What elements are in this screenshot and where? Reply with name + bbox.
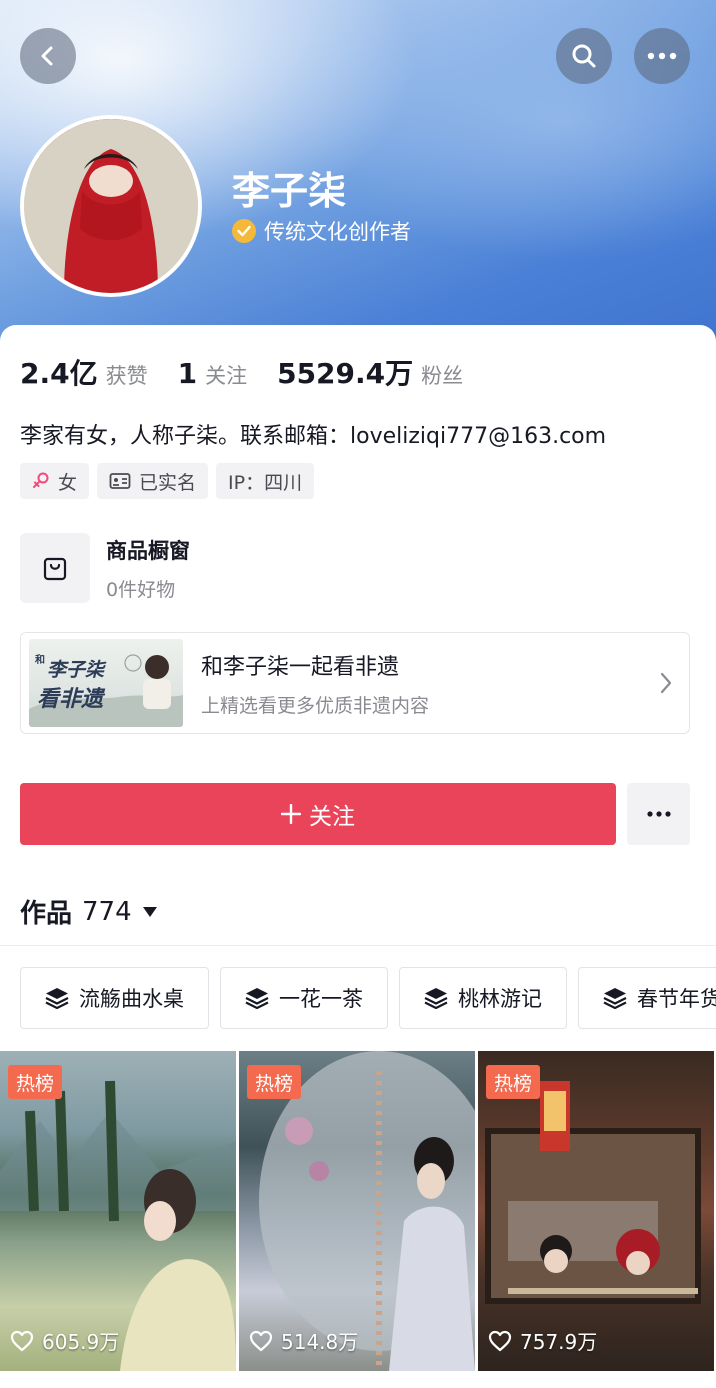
video-thumbnail	[485, 1081, 701, 1304]
real-name-label: 已实名	[139, 471, 197, 494]
verification-label: 传统文化创作者	[264, 220, 411, 244]
followers-count[interactable]: 5529.4万	[277, 352, 413, 392]
collection-label: 桃林游记	[458, 987, 542, 1011]
likes-count-label: 757.9万	[520, 1330, 598, 1354]
hot-badge: 热榜	[8, 1065, 63, 1099]
video-grid: 热榜 605.9万 热榜 514.8万 热榜 757.9万	[0, 1051, 716, 1371]
ip-tag: IP：四川	[216, 463, 315, 499]
layers-icon	[603, 988, 627, 1009]
video-likes: 605.9万	[10, 1326, 119, 1355]
caret-down-icon	[142, 906, 157, 917]
likes-count-label: 605.9万	[42, 1330, 120, 1354]
hot-badge: 热榜	[247, 1065, 302, 1099]
followers-label[interactable]: 粉丝	[421, 360, 463, 390]
video-thumbnail	[0, 1080, 236, 1371]
layers-icon	[424, 988, 448, 1009]
real-name-tag: 已实名	[97, 463, 209, 499]
follow-button[interactable]: 关注	[20, 783, 616, 845]
follow-label: 关注	[309, 804, 355, 830]
shop-subtitle: 0件好物	[106, 578, 176, 601]
likes-label: 获赞	[105, 364, 148, 388]
avatar[interactable]	[20, 115, 202, 297]
thumbnail-prefix: 和	[35, 655, 45, 666]
featured-thumbnail: 和 李子柒 看非遗	[29, 639, 183, 727]
collection-chip[interactable]: 春节年货	[578, 967, 716, 1029]
plus-icon	[281, 804, 301, 824]
verified-badge-icon	[232, 219, 256, 243]
chevron-right-icon	[660, 672, 672, 694]
featured-collection-card[interactable]: 和 李子柒 看非遗 和李子柒一起看非遗 上精选看更多优质非遗内容	[20, 632, 690, 734]
more-horizontal-icon	[647, 52, 677, 60]
likes-count: 2.4亿	[20, 357, 98, 390]
verification-row: 传统文化创作者	[232, 216, 411, 246]
hot-badge: 热榜	[486, 1065, 541, 1099]
ip-label: IP：四川	[228, 471, 303, 494]
works-tab[interactable]: 作品 774	[20, 893, 158, 930]
thumbnail-title-2: 看非遗	[37, 687, 104, 712]
stats-row: 2.4亿 获赞 1 关注 5529.4万 粉丝	[20, 352, 463, 392]
thumbnail-title-1: 李子柒	[47, 659, 105, 681]
heart-icon	[488, 1330, 512, 1351]
collection-chip[interactable]: 一花一茶	[220, 967, 388, 1029]
heart-icon	[249, 1330, 273, 1351]
heart-icon	[10, 1330, 34, 1351]
back-button[interactable]	[20, 28, 76, 84]
profile-name: 李子柒	[232, 169, 347, 213]
female-icon	[33, 472, 49, 488]
search-icon	[572, 44, 596, 68]
collection-label: 流觞曲水桌	[79, 987, 184, 1011]
video-likes: 514.8万	[249, 1326, 358, 1355]
featured-title: 和李子柒一起看非遗	[201, 655, 400, 680]
works-label: 作品	[20, 899, 73, 929]
avatar-image	[24, 119, 198, 293]
gender-tag: 女	[20, 463, 90, 499]
collection-label: 一花一茶	[279, 987, 363, 1011]
collection-chip[interactable]: 桃林游记	[399, 967, 567, 1029]
following-count[interactable]: 1	[178, 357, 197, 390]
shop-icon-box	[20, 533, 90, 603]
following-label[interactable]: 关注	[205, 360, 247, 390]
shop-window-entry[interactable]: 商品橱窗 0件好物	[20, 533, 190, 603]
search-button[interactable]	[556, 28, 612, 84]
shopping-bag-icon	[43, 557, 67, 581]
layers-icon	[245, 988, 269, 1009]
bio-text: 李家有女，人称子柒。联系邮箱：loveliziqi777@163.com	[20, 424, 607, 449]
chevron-left-icon	[41, 46, 53, 66]
collection-chip[interactable]: 流觞曲水桌	[20, 967, 209, 1029]
video-likes: 757.9万	[488, 1326, 597, 1355]
layers-icon	[45, 988, 69, 1009]
featured-subtitle: 上精选看更多优质非遗内容	[201, 695, 430, 717]
gender-label: 女	[58, 471, 78, 494]
collection-label: 春节年货	[637, 987, 716, 1011]
likes-count-label: 514.8万	[281, 1330, 359, 1354]
profile-tags: 女 已实名 IP：四川	[20, 463, 315, 499]
video-tile[interactable]: 热榜 514.8万	[239, 1051, 475, 1371]
shop-title: 商品橱窗	[106, 538, 190, 563]
id-card-icon	[109, 473, 131, 489]
collection-chips: 流觞曲水桌 一花一茶 桃林游记 春节年货	[20, 967, 716, 1029]
video-tile[interactable]: 热榜 757.9万	[478, 1051, 714, 1371]
more-options-button[interactable]	[634, 28, 690, 84]
section-divider	[0, 945, 716, 946]
works-count: 774	[82, 896, 132, 927]
more-horizontal-icon	[646, 811, 671, 817]
video-thumbnail	[259, 1051, 475, 1371]
follow-more-button[interactable]	[627, 783, 690, 845]
video-tile[interactable]: 热榜 605.9万	[0, 1051, 236, 1371]
